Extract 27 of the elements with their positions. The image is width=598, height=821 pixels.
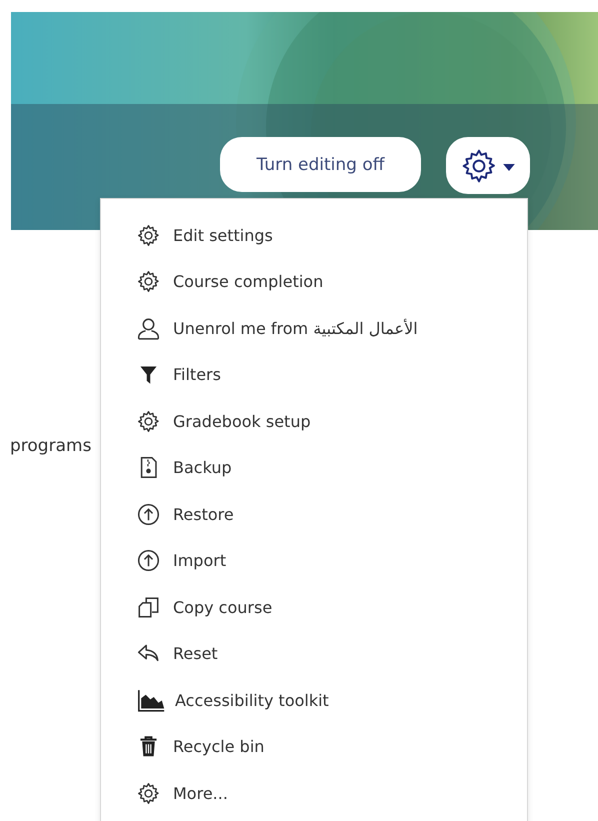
caret-icon (503, 164, 515, 171)
body-text: programs (10, 436, 92, 456)
menu-item[interactable]: Reset (101, 630, 527, 677)
menu-item[interactable]: Gradebook setup (101, 398, 527, 444)
settings-menu-button[interactable] (446, 137, 530, 194)
menu-item[interactable]: Accessibility toolkit (101, 677, 527, 724)
edit-mode-button[interactable]: Turn editing off (220, 137, 421, 192)
gear-icon (137, 270, 160, 294)
menu-item[interactable]: Course completion (101, 258, 527, 305)
menu-item[interactable]: Copy course (101, 584, 527, 630)
menu-item[interactable]: More... (101, 770, 527, 816)
menu-item[interactable]: Import (101, 538, 527, 584)
settings-icon (461, 148, 497, 184)
copy-icon (137, 596, 160, 619)
gear-icon (137, 782, 160, 805)
gear-icon (137, 224, 160, 247)
menu-item[interactable]: Restore (101, 491, 527, 538)
menu-item[interactable]: Backup (101, 444, 527, 491)
upload-icon (137, 549, 160, 572)
menu-item[interactable]: Unenrol me from الأعمال المكتبية (101, 305, 527, 352)
menu-item[interactable]: Filters (101, 352, 527, 398)
gear-icon (137, 410, 160, 433)
upload-icon (137, 502, 160, 526)
menu-item[interactable]: Edit settings (101, 212, 527, 258)
menu-item[interactable]: Recycle bin (101, 724, 527, 770)
area-chart-icon (137, 688, 166, 712)
person-icon (137, 316, 160, 340)
